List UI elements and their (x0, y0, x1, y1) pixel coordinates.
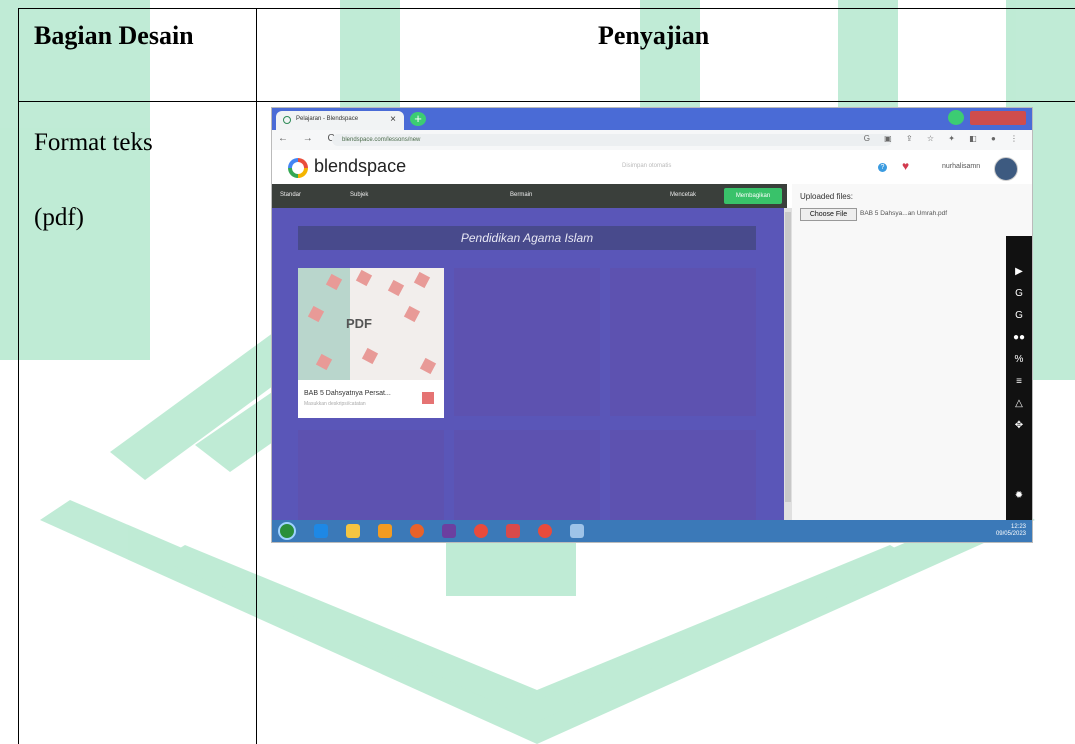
bermain-button[interactable]: Bermain (510, 192, 532, 198)
youtube-icon[interactable]: ▶ (1006, 266, 1032, 277)
choose-file-button[interactable]: Choose File (800, 208, 857, 221)
url-field[interactable]: blendspace.com/lessons/new (332, 134, 892, 146)
table-border-left (18, 8, 19, 744)
pdf-file-icon (422, 392, 434, 404)
autosave-status: Disimpan otomatis (622, 163, 672, 169)
blendspace-favicon-icon (283, 116, 291, 124)
link-icon[interactable]: % (1006, 354, 1032, 365)
pdf-card[interactable]: PDF BAB 5 Dahsyatnya Persat... Masukkan … (298, 268, 444, 418)
profile-icon[interactable] (948, 110, 964, 125)
table-row-divider (18, 101, 1075, 102)
subjek-button[interactable]: Subjek (350, 192, 368, 198)
window-icon[interactable] (570, 524, 584, 538)
header-penyajian: Penyajian (598, 21, 710, 50)
taskbar-clock[interactable]: 12:23 09/05/2023 (996, 524, 1026, 538)
app-icon-red[interactable] (506, 524, 520, 538)
folder-icon[interactable] (346, 524, 360, 538)
flickr-icon[interactable]: ●● (1006, 332, 1032, 343)
upload-panel: Uploaded files: Choose File BAB 5 Dahsya… (792, 184, 1032, 520)
standar-button[interactable]: Standar (280, 192, 301, 198)
app-icon[interactable] (442, 524, 456, 538)
row-label-pdf: (pdf) (34, 204, 84, 231)
help-icon[interactable]: ? (878, 163, 887, 172)
card-description[interactable]: Masukkan deskripsi/catatan (304, 401, 366, 407)
drive-icon[interactable]: △ (1006, 398, 1032, 409)
clock-time: 12:23 (1010, 524, 1026, 530)
blendspace-screenshot: Pelajaran - Blendspace × + ← → C blendsp… (272, 108, 1032, 542)
tab-title: Pelajaran - Blendspace (296, 116, 359, 122)
header-bagian-desain: Bagian Desain (34, 21, 194, 50)
chrome-icon[interactable] (474, 524, 488, 538)
uploaded-files-label: Uploaded files: (800, 192, 853, 201)
uploaded-file-name: BAB 5 Dahsya...an Umrah.pdf (860, 210, 948, 217)
card-title[interactable]: BAB 5 Dahsyatnya Persat... (304, 390, 391, 397)
canvas-scrollbar[interactable] (784, 208, 792, 520)
row-label-format-teks: Format teks (34, 129, 153, 156)
table-border-top (18, 8, 1075, 9)
blendspace-logo-icon (288, 158, 308, 178)
mencetak-button[interactable]: Mencetak (670, 192, 696, 198)
lesson-canvas: Pendidikan Agama Islam PDF BAB 5 Dahsyat… (272, 208, 784, 542)
start-button-icon[interactable] (278, 522, 296, 540)
lesson-toolbar: Standar Subjek Bermain Mencetak Membagik… (272, 184, 787, 208)
source-sidebar: ▶ G G ●● % ≡ △ ✥ ✹ (1006, 236, 1032, 520)
google-icon[interactable]: G (1006, 288, 1032, 299)
google-images-icon[interactable]: G (1006, 310, 1032, 321)
heart-icon[interactable]: ♥ (902, 159, 909, 173)
username[interactable]: nurhalisamn (942, 163, 980, 170)
pdf-thumbnail: PDF (298, 268, 444, 380)
empty-tile[interactable] (454, 268, 600, 416)
media-player-icon[interactable] (378, 524, 392, 538)
ie-icon[interactable] (314, 524, 328, 538)
dropbox-icon[interactable]: ✥ (1006, 420, 1032, 431)
blendspace-logo[interactable]: blendspace (314, 156, 406, 177)
empty-tile[interactable] (610, 268, 756, 416)
clock-date: 09/05/2023 (995, 531, 1026, 537)
lesson-title[interactable]: Pendidikan Agama Islam (298, 226, 756, 250)
table-column-divider (256, 8, 257, 744)
membagikan-button[interactable]: Membagikan (724, 188, 782, 204)
new-tab-icon[interactable]: + (410, 112, 426, 126)
browser-tab-bar: Pelajaran - Blendspace × + (272, 108, 1032, 130)
educlipper-icon[interactable]: ≡ (1006, 376, 1032, 387)
avatar[interactable] (994, 157, 1018, 181)
chrome-active-icon[interactable] (538, 524, 552, 538)
settings-icon[interactable]: ✹ (1006, 490, 1032, 501)
blendspace-header: blendspace Disimpan otomatis ? ♥ nurhali… (272, 150, 1032, 184)
firefox-icon[interactable] (410, 524, 424, 538)
close-icon[interactable]: × (390, 114, 396, 125)
window-controls[interactable] (948, 110, 1026, 125)
address-bar: ← → C blendspace.com/lessons/new G ▣ ⇪ ☆… (272, 130, 1032, 151)
windows-taskbar: 12:23 09/05/2023 (272, 520, 1032, 542)
pdf-badge: PDF (346, 316, 372, 331)
browser-tab[interactable]: Pelajaran - Blendspace × (276, 111, 404, 130)
browser-extension-icons[interactable]: G ▣ ⇪ ☆ ✦ ◧ ● ⋮ (864, 134, 1024, 143)
